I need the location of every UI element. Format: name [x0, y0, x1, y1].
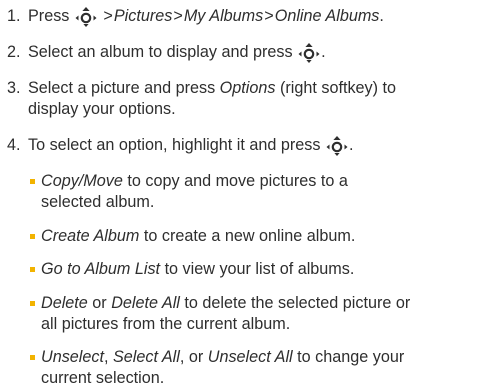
step-number: 2.: [7, 43, 21, 61]
bullet-marker: [30, 301, 35, 306]
option-connector: or: [92, 294, 107, 312]
step-text: (right softkey) to: [279, 79, 397, 97]
period: .: [348, 136, 354, 154]
option-copy-move: Copy/Move to copy and move pictures to a…: [30, 171, 480, 213]
bullet-marker: [30, 234, 35, 239]
menu-path-pictures: Pictures: [113, 7, 173, 25]
option-create-album: Create Album to create a new online albu…: [30, 226, 480, 247]
navigation-key-icon: [298, 42, 320, 63]
option-name: Copy/Move: [41, 172, 123, 190]
menu-path-my-albums: My Albums: [183, 7, 264, 25]
step-text-line2: display your options.: [28, 100, 176, 118]
period: .: [379, 7, 384, 25]
option-unselect: Unselect, Select All, or Unselect All to…: [30, 347, 480, 389]
step-text: Press: [28, 7, 70, 25]
option-name-3: Unselect All: [207, 348, 293, 366]
option-description-line2: selected album.: [41, 193, 155, 211]
option-description: to view your list of albums.: [164, 260, 355, 278]
option-connector: ,: [103, 348, 109, 366]
step-number: 3.: [7, 79, 21, 97]
options-softkey-label: Options: [219, 79, 276, 97]
step-number: 1.: [7, 7, 21, 25]
option-description: to delete the selected picture or: [184, 294, 411, 312]
bullet-marker: [30, 179, 35, 184]
option-description-line2: all pictures from the current album.: [41, 315, 291, 333]
option-name: Unselect: [41, 348, 104, 366]
option-name: Go to Album List: [41, 260, 161, 278]
option-name: Delete: [41, 294, 88, 312]
path-separator: >: [264, 7, 274, 25]
step-text: Select a picture and press: [28, 79, 216, 97]
menu-path-online-albums: Online Albums: [274, 7, 380, 25]
option-description: to copy and move pictures to a: [127, 172, 348, 190]
bullet-marker: [30, 355, 35, 360]
navigation-key-icon: [75, 6, 97, 27]
option-delete: Delete or Delete All to delete the selec…: [30, 293, 480, 335]
step-text: To select an option, highlight it and pr…: [28, 136, 321, 154]
step-3: 3. Select a picture and press Options (r…: [7, 78, 483, 120]
option-description: to change your: [297, 348, 405, 366]
option-go-to-album-list: Go to Album List to view your list of al…: [30, 259, 480, 280]
option-description-line2: current selection.: [41, 369, 165, 387]
option-name-2: Delete All: [111, 294, 180, 312]
step-4: 4. To select an option, highlight it and…: [7, 135, 483, 156]
navigation-key-icon: [326, 135, 348, 156]
period: .: [321, 43, 326, 61]
option-connector: , or: [179, 348, 204, 366]
path-separator: >: [173, 7, 183, 25]
step-text: Select an album to display and press: [28, 43, 293, 61]
path-separator: >: [103, 7, 113, 25]
step-2: 2. Select an album to display and press …: [7, 42, 483, 63]
step-number: 4.: [7, 136, 21, 154]
option-description: to create a new online album.: [143, 227, 356, 245]
step-1: 1. Press >Pictures>My Albums>Online Albu…: [7, 6, 483, 27]
bullet-marker: [30, 267, 35, 272]
option-name: Create Album: [41, 227, 140, 245]
option-name-2: Select All: [112, 348, 180, 366]
instruction-list: 1. Press >Pictures>My Albums>Online Albu…: [0, 0, 485, 387]
